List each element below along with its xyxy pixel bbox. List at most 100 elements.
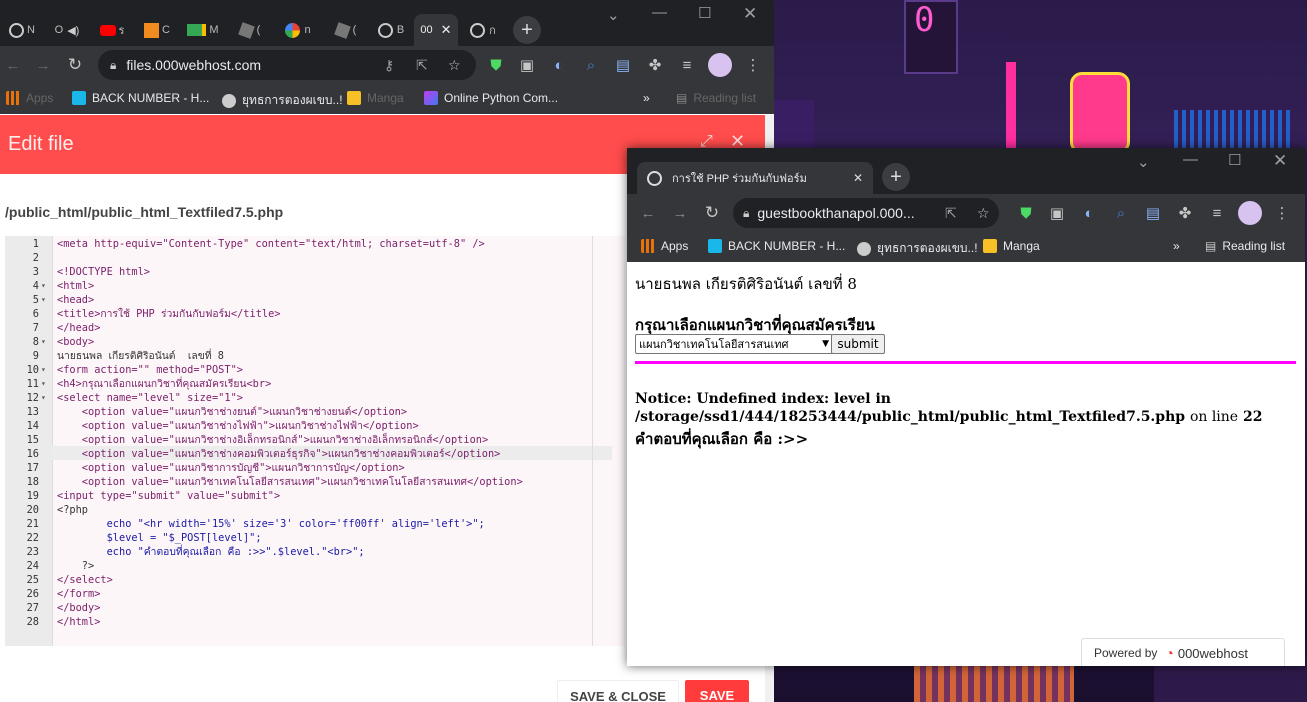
star-icon[interactable]: ☆ [977, 205, 990, 222]
tab-strip: การใช้ PHP ร่วมกันกับฟอร์ม ✕ + ⌄ — ☐ ✕ [627, 148, 1305, 194]
star-icon[interactable]: ☆ [448, 57, 461, 74]
tab-php-form[interactable]: การใช้ PHP ร่วมกันกับฟอร์ม ✕ [637, 162, 873, 194]
bookmarks-more-icon[interactable]: » [1173, 239, 1180, 253]
forward-icon[interactable]: → [32, 54, 54, 76]
shield-extension-icon[interactable]: ⛊ [1015, 202, 1037, 224]
student-name: นายธนพล เกียรติศิริอนันต์ เลขที่ 8 [635, 275, 857, 293]
address-bar[interactable]: 🔒︎ files.000webhost.com ⚷ ⇱ ☆ [98, 50, 476, 80]
puzzle-icon[interactable]: ✤ [644, 54, 666, 76]
media-icon[interactable]: ≡ [1206, 202, 1228, 224]
back-icon[interactable]: ← [2, 54, 24, 76]
bookmark-manga[interactable]: Manga [347, 91, 404, 105]
tab-meet[interactable]: M [182, 14, 224, 46]
reload-icon[interactable]: ↻ [64, 54, 86, 76]
key-icon[interactable]: ⚷ [384, 57, 394, 74]
chat-extension-icon[interactable]: ▤ [1142, 202, 1164, 224]
powered-by-badge[interactable]: Powered by ◔ 000webhost [1081, 638, 1285, 666]
share-icon[interactable]: ⇱ [945, 205, 957, 222]
line-number: 3 [32, 266, 39, 278]
line-number: 28 [26, 616, 39, 628]
minimize-icon[interactable]: — [652, 4, 667, 21]
search-extension-icon[interactable]: ⌕ [580, 54, 602, 76]
bookmark-thai[interactable]: ยุทธการตองผเขบ..! [222, 91, 343, 110]
submit-button[interactable]: submit [831, 334, 885, 354]
code-line: echo "คำตอบที่คุณเลือก คือ :>>".$level."… [57, 546, 365, 558]
reading-list[interactable]: ▤ Reading list [1205, 239, 1285, 253]
tab-b[interactable]: B [370, 14, 412, 46]
tab-000webhost-active[interactable]: 00 ✕ [414, 14, 458, 46]
tab-contacts[interactable]: C [136, 14, 178, 46]
bookmark-back-number[interactable]: BACK NUMBER - H... [72, 91, 209, 105]
close-window-icon[interactable]: ✕ [743, 4, 757, 24]
avatar[interactable] [708, 53, 732, 77]
chat-extension-icon[interactable]: ▤ [612, 54, 634, 76]
reading-list-icon: ▤ [1205, 239, 1217, 253]
menu-icon[interactable]: ⋮ [1271, 202, 1293, 224]
save-button[interactable]: SAVE [685, 680, 749, 702]
browser-toolbar: ← → ↻ 🔒︎ guestbookthanapol.000... ⇱ ☆ ⛊ … [627, 194, 1305, 232]
line-number: 16 [26, 448, 39, 460]
line-number: 1 [32, 238, 39, 250]
vimeo-icon [708, 239, 722, 253]
address-bar[interactable]: 🔒︎ guestbookthanapol.000... ⇱ ☆ [733, 198, 999, 228]
tab-extension[interactable]: ( [228, 14, 272, 46]
extension-icon[interactable]: ◐ [1078, 202, 1100, 224]
code-editor[interactable]: 1 <meta http-equiv="Content-Type" content… [5, 236, 625, 646]
minimize-icon[interactable]: — [1183, 151, 1198, 168]
fold-toggle-icon[interactable]: ▾ [41, 391, 46, 405]
tab-n[interactable]: N [2, 14, 42, 46]
bookmark-apps[interactable]: Apps [641, 239, 688, 253]
bookmarks-more-icon[interactable]: » [643, 91, 650, 105]
puzzle-icon[interactable]: ✤ [1174, 202, 1196, 224]
reload-icon[interactable]: ↻ [701, 202, 723, 224]
bookmark-apps[interactable]: Apps [6, 91, 53, 105]
bookmark-manga[interactable]: Manga [983, 239, 1040, 253]
extension-icon[interactable]: ◐ [548, 54, 570, 76]
avatar[interactable] [1238, 201, 1262, 225]
forward-icon[interactable]: → [669, 202, 691, 224]
apps-icon [6, 91, 20, 105]
tab-youtube[interactable]: ร [92, 14, 132, 46]
fold-toggle-icon[interactable]: ▾ [41, 279, 46, 293]
fold-toggle-icon[interactable]: ▾ [41, 335, 46, 349]
search-extension-icon[interactable]: ⌕ [1110, 202, 1132, 224]
line-number: 26 [26, 588, 39, 600]
fold-toggle-icon[interactable]: ▾ [41, 377, 46, 391]
shield-extension-icon[interactable]: ⛊ [485, 54, 507, 76]
department-select[interactable]: แผนกวิชาเทคโนโลยีสารสนเทศ ▼ [635, 334, 833, 354]
tab-o[interactable]: O ◀) [46, 14, 88, 46]
maximize-icon[interactable]: ☐ [1228, 151, 1241, 169]
bookmark-back-number[interactable]: BACK NUMBER - H... [708, 239, 845, 253]
media-icon[interactable]: ≡ [676, 54, 698, 76]
tab-extension[interactable]: ( [324, 14, 368, 46]
tab-google[interactable]: n [276, 14, 320, 46]
new-tab-button[interactable]: + [513, 16, 541, 44]
tab-search-icon[interactable]: ⌄ [1137, 153, 1150, 171]
code-line: นายธนพล เกียรติศิริอนันต์ เลขที่ 8 [57, 350, 224, 362]
lock-icon: 🔒︎ [743, 205, 750, 220]
close-window-icon[interactable]: ✕ [1273, 151, 1287, 171]
close-icon[interactable]: ✕ [853, 171, 863, 185]
menu-icon[interactable]: ⋮ [742, 54, 764, 76]
bookmark-python[interactable]: Online Python Com... [424, 91, 558, 105]
fold-toggle-icon[interactable]: ▾ [41, 363, 46, 377]
chevron-down-icon: ▼ [822, 339, 829, 349]
tab-search-icon[interactable]: ⌄ [607, 6, 620, 24]
glasses-extension-icon[interactable]: ▣ [1046, 202, 1068, 224]
line-number: 5 [32, 294, 39, 306]
globe-icon [470, 22, 486, 38]
save-close-button[interactable]: SAVE & CLOSE [557, 680, 679, 702]
new-tab-button[interactable]: + [882, 163, 910, 191]
share-icon[interactable]: ⇱ [416, 57, 428, 74]
fold-toggle-icon[interactable]: ▾ [41, 293, 46, 307]
lock-icon: 🔒︎ [110, 57, 117, 72]
back-icon[interactable]: ← [637, 202, 659, 224]
bookmark-thai[interactable]: ยุทธการตองผเขบ..! [857, 239, 978, 258]
maximize-icon[interactable]: ☐ [698, 4, 711, 22]
wallpaper-street-lights [914, 666, 1074, 702]
close-icon[interactable]: ✕ [441, 22, 452, 38]
reading-list[interactable]: ▤ Reading list [676, 91, 756, 105]
glasses-extension-icon[interactable]: ▣ [516, 54, 538, 76]
line-number: 4 [32, 280, 39, 292]
tab-k[interactable]: ก [462, 14, 504, 46]
